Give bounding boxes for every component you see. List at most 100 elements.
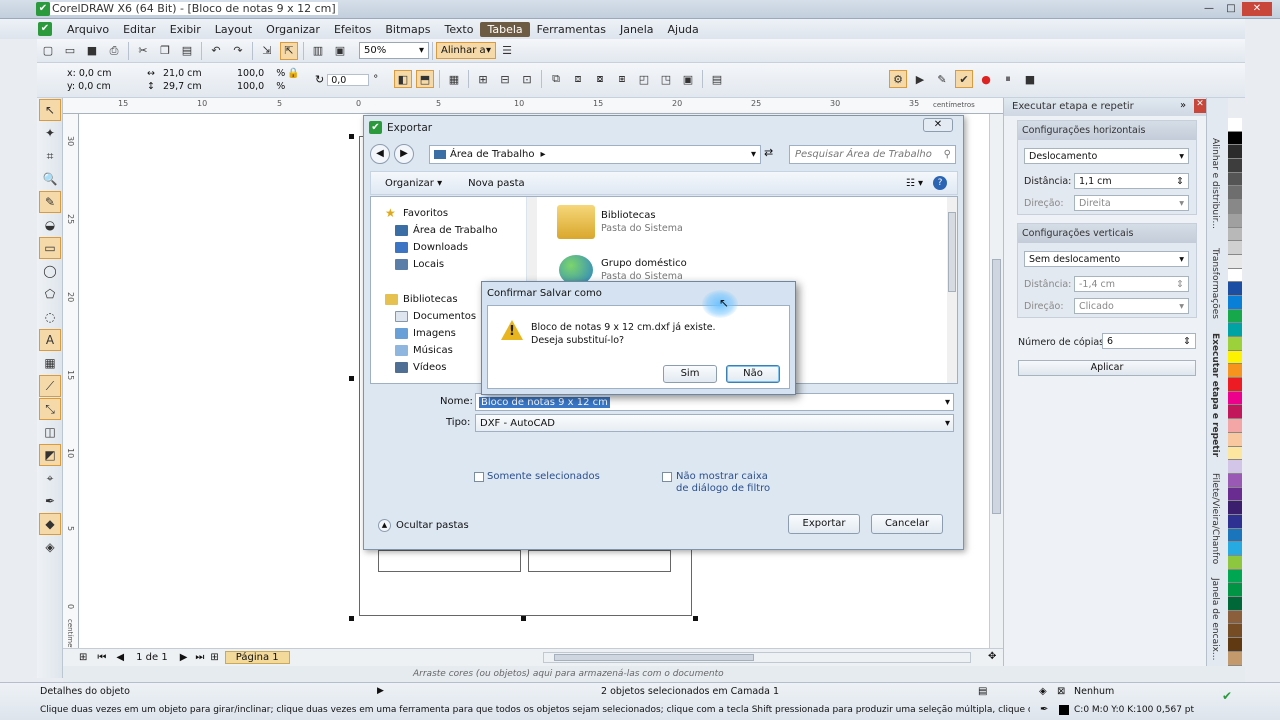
spinner-icon[interactable]: ⇕ (1183, 336, 1191, 347)
copies-input[interactable]: 6 ⇕ (1102, 333, 1196, 349)
tab-fillet-scallop-chamfer[interactable]: Filete/Vieira/Chanfro (1210, 473, 1220, 564)
palette-swatch[interactable] (1228, 638, 1242, 652)
nav-favorites[interactable]: ★ Favoritos (385, 205, 526, 222)
pick-tool-icon[interactable]: ↖ (39, 99, 61, 121)
ungroup-icon[interactable]: ⊟ (496, 70, 514, 88)
mirror-vertical-icon[interactable]: ⬒ (416, 70, 434, 88)
macro-editor-icon[interactable]: ✎ (933, 70, 951, 88)
palette-swatch[interactable] (1228, 583, 1242, 598)
print-icon[interactable]: ⎙ (105, 42, 123, 60)
palette-swatch[interactable] (1228, 556, 1242, 570)
horizontal-ruler[interactable]: 15 10 5 0 5 10 15 20 25 30 35 centímetro… (63, 98, 1003, 114)
maximize-button[interactable]: □ (1220, 2, 1242, 16)
palette-swatch[interactable] (1228, 350, 1242, 365)
chevron-down-icon[interactable]: ▾ (945, 397, 950, 408)
palette-swatch[interactable] (1228, 542, 1242, 556)
palette-swatch[interactable] (1228, 597, 1242, 611)
palette-swatch[interactable] (1228, 432, 1242, 447)
export-button[interactable]: Exportar (788, 514, 860, 534)
menu-bitmaps[interactable]: Bitmaps (378, 22, 437, 37)
palette-swatch[interactable] (1228, 651, 1242, 666)
palette-swatch[interactable] (1228, 446, 1242, 461)
new-document-icon[interactable]: ▢ (39, 42, 57, 60)
open-folder-icon[interactable]: ▭ (61, 42, 79, 60)
no-button[interactable]: Não (726, 365, 780, 383)
palette-swatch[interactable] (1228, 268, 1242, 283)
weld-icon[interactable]: ⧉ (547, 70, 565, 88)
color-tray[interactable]: Arraste cores (ou objetos) aqui para arm… (63, 666, 1245, 682)
scale-x-field[interactable]: 100,0 (237, 68, 264, 79)
files-scrollbar[interactable] (947, 197, 957, 383)
intersect-icon[interactable]: ⧇ (591, 70, 609, 88)
palette-swatch[interactable] (1228, 514, 1242, 529)
notepad-box-left[interactable] (378, 550, 521, 572)
spinner-icon[interactable]: ⇕ (1176, 176, 1184, 187)
transparency-tool-icon[interactable]: ◩ (39, 444, 61, 466)
back-minus-front-icon[interactable]: ◳ (657, 70, 675, 88)
redo-icon[interactable]: ↷ (229, 42, 247, 60)
forward-arrow-icon[interactable]: ▶ (394, 144, 414, 164)
basic-shapes-icon[interactable]: ◌ (39, 306, 61, 328)
nav-desktop[interactable]: Área de Trabalho (385, 222, 526, 239)
selection-handle[interactable] (349, 616, 354, 621)
palette-swatch[interactable] (1228, 145, 1242, 160)
menu-ajuda[interactable]: Ajuda (661, 22, 706, 37)
address-bar[interactable]: Área de Trabalho ▸ ▾ (429, 145, 761, 164)
palette-swatch[interactable] (1228, 337, 1242, 351)
palette-swatch[interactable] (1228, 131, 1242, 146)
trim-icon[interactable]: ⧈ (569, 70, 587, 88)
palette-swatch[interactable] (1228, 118, 1242, 132)
nav-places[interactable]: Locais (385, 256, 526, 273)
cut-icon[interactable]: ✂ (134, 42, 152, 60)
close-docker-icon[interactable]: ✕ (1194, 99, 1206, 113)
palette-swatch[interactable] (1228, 624, 1242, 639)
menu-layout[interactable]: Layout (208, 22, 259, 37)
scrollbar-thumb[interactable] (554, 654, 754, 661)
add-page-after-icon[interactable]: ⊞ (210, 652, 218, 663)
palette-swatch[interactable] (1228, 254, 1242, 269)
palette-swatch[interactable] (1228, 213, 1242, 228)
palette-swatch[interactable] (1228, 405, 1242, 420)
yes-button[interactable]: Sim (663, 365, 717, 383)
no-filter-dialog-checkbox[interactable]: Não mostrar caixa de diálogo de filtro (662, 471, 782, 495)
macro-manager-icon[interactable]: ⚙ (889, 70, 907, 88)
nav-downloads[interactable]: Downloads (385, 239, 526, 256)
text-tool-icon[interactable]: A (39, 329, 61, 351)
view-options-icon[interactable]: ☷ ▾ (906, 178, 923, 189)
group-icon[interactable]: ⊞ (474, 70, 492, 88)
record-macro-icon[interactable]: ● (977, 70, 995, 88)
palette-swatch[interactable] (1228, 501, 1242, 515)
palette-swatch[interactable] (1228, 200, 1242, 214)
align-distribute-icon[interactable]: ▤ (708, 70, 726, 88)
copy-icon[interactable]: ❐ (156, 42, 174, 60)
x-position-field[interactable]: x: 0,0 cm (67, 67, 111, 80)
refresh-icon[interactable]: ⇄ (764, 146, 773, 159)
palette-swatch[interactable] (1228, 241, 1242, 255)
smart-fill-icon[interactable]: ◒ (39, 214, 61, 236)
horizontal-mode-select[interactable]: Deslocamento ▾ (1024, 148, 1189, 164)
tab-align-distribute[interactable]: Alinhar e distribuir... (1210, 138, 1220, 229)
fill-tool-icon[interactable]: ◆ (39, 513, 61, 535)
help-icon[interactable]: ? (933, 176, 947, 190)
paste-icon[interactable]: ▤ (178, 42, 196, 60)
blend-tool-icon[interactable]: ◫ (39, 421, 61, 443)
menu-texto[interactable]: Texto (437, 22, 480, 37)
zoom-level-select[interactable]: 50% ▾ (359, 42, 429, 59)
organize-button[interactable]: Organizar ▾ (385, 178, 442, 189)
selection-handle[interactable] (693, 616, 698, 621)
simplify-icon[interactable]: ⧆ (613, 70, 631, 88)
palette-swatch[interactable] (1228, 309, 1242, 324)
menu-exibir[interactable]: Exibir (163, 22, 208, 37)
freehand-tool-icon[interactable]: ✎ (39, 191, 61, 213)
apply-button[interactable]: Aplicar (1018, 360, 1196, 376)
menu-editar[interactable]: Editar (116, 22, 163, 37)
zoom-tool-icon[interactable]: 🔍 (39, 168, 61, 190)
add-page-icon[interactable]: ⊞ (79, 652, 87, 663)
palette-swatch[interactable] (1228, 323, 1242, 337)
menu-tabela[interactable]: Tabela (480, 21, 530, 37)
menu-janela[interactable]: Janela (613, 22, 661, 37)
palette-swatch[interactable] (1228, 378, 1242, 392)
crop-tool-icon[interactable]: ⌗ (39, 145, 61, 167)
minimize-button[interactable]: — (1198, 2, 1220, 16)
menu-arquivo[interactable]: Arquivo (60, 22, 116, 37)
